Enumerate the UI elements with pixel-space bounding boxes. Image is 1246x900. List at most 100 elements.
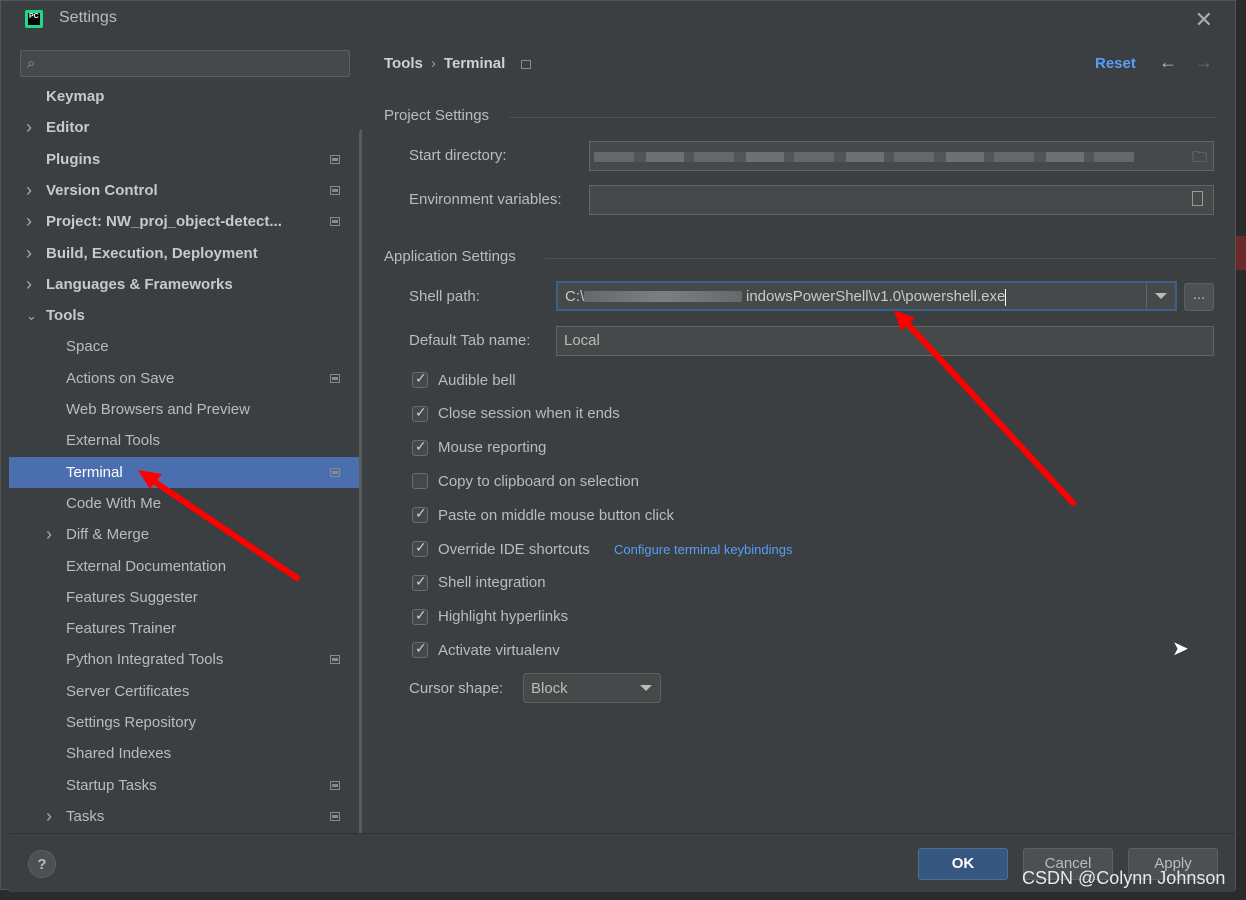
checkbox-override-ide-shortcuts[interactable]: Override IDE shortcuts (412, 538, 590, 560)
sidebar-item-features-trainer[interactable]: Features Trainer (9, 613, 362, 644)
shell-path-prefix: C:\ (565, 288, 585, 305)
section-divider (545, 258, 1217, 259)
chevron-right-icon[interactable]: › (26, 211, 32, 232)
window-title: Settings (59, 9, 117, 26)
forward-arrow-icon: → (1195, 52, 1213, 72)
sidebar-item-web-browsers-and-preview[interactable]: Web Browsers and Preview (9, 394, 362, 425)
checkbox-checked-icon[interactable] (412, 438, 428, 456)
pycharm-logo-icon: PC (25, 10, 43, 28)
checkbox-audible-bell[interactable]: Audible bell (412, 369, 516, 391)
checkbox-checked-icon[interactable] (412, 640, 428, 659)
project-scope-icon (521, 60, 532, 69)
close-icon[interactable]: ✕ (1195, 7, 1213, 33)
project-scope-icon (330, 780, 340, 790)
chevron-right-icon[interactable]: › (46, 806, 52, 827)
help-button[interactable]: ? (28, 850, 56, 878)
sidebar-item-tasks[interactable]: › Tasks (9, 801, 362, 832)
sidebar-item-label: Build, Execution, Deployment (46, 244, 258, 262)
dropdown-separator (1146, 283, 1147, 309)
checkbox-checked-icon[interactable] (412, 370, 428, 388)
checkbox-close-session-when-it-ends[interactable]: Close session when it ends (412, 403, 620, 425)
checkbox-checked-icon[interactable] (412, 573, 428, 591)
sidebar-item-languages-frameworks[interactable]: › Languages & Frameworks (9, 269, 362, 300)
sidebar-item-keymap[interactable]: Keymap (9, 81, 362, 112)
checkbox-checked-icon[interactable] (412, 505, 428, 524)
blurred-path (594, 152, 1134, 162)
sidebar-item-startup-tasks[interactable]: Startup Tasks (9, 770, 362, 801)
sidebar-item-code-with-me[interactable]: Code With Me (9, 488, 362, 519)
sidebar-item-label: Editor (46, 119, 90, 137)
environment-variables-field[interactable] (589, 185, 1214, 215)
ok-button[interactable]: OK (918, 848, 1008, 880)
settings-sidebar: ⌕ Keymap › Editor Plugins › Version Control › P… (9, 37, 367, 839)
sidebar-item-label: Actions on Save (66, 369, 175, 387)
shell-path-label: Shell path: (409, 288, 480, 305)
configure-keybindings-link[interactable]: Configure terminal keybindings (614, 542, 792, 557)
checkbox-activate-virtualenv[interactable]: Activate virtualenv (412, 639, 560, 661)
start-directory-label: Start directory: (409, 147, 507, 164)
sidebar-item-project-nw-proj-object-detect[interactable]: › Project: NW_proj_object-detect... (9, 206, 362, 237)
breadcrumb-tools[interactable]: Tools (384, 55, 423, 72)
checkbox-copy-to-clipboard-on-selection[interactable]: Copy to clipboard on selection (412, 470, 639, 492)
sidebar-item-label: Diff & Merge (66, 526, 150, 544)
browse-button[interactable]: ... (1184, 283, 1214, 311)
checkbox-label: Paste on middle mouse button click (438, 506, 674, 524)
chevron-right-icon[interactable]: › (26, 180, 32, 201)
reset-link[interactable]: Reset (1095, 55, 1136, 72)
sidebar-item-settings-repository[interactable]: Settings Repository (9, 707, 362, 738)
sidebar-item-python-integrated-tools[interactable]: Python Integrated Tools (9, 644, 362, 675)
folder-icon[interactable]: 🗀 (1192, 147, 1207, 172)
cursor-shape-select[interactable]: Block (523, 673, 661, 703)
checkbox-paste-on-middle-mouse-button-click[interactable]: Paste on middle mouse button click (412, 504, 674, 526)
checkbox-checked-icon[interactable] (412, 404, 428, 422)
sidebar-item-server-certificates[interactable]: Server Certificates (9, 676, 362, 707)
chevron-right-icon[interactable]: › (46, 524, 52, 545)
chevron-right-icon[interactable]: › (26, 274, 32, 295)
checkbox-label: Audible bell (438, 371, 516, 389)
checkbox-checked-icon[interactable] (412, 539, 428, 557)
sidebar-item-actions-on-save[interactable]: Actions on Save (9, 363, 362, 394)
project-scope-icon (330, 655, 340, 665)
sidebar-item-external-documentation[interactable]: External Documentation (9, 551, 362, 582)
sidebar-item-external-tools[interactable]: External Tools (9, 425, 362, 456)
chevron-down-icon[interactable]: ⌄ (26, 308, 37, 324)
sidebar-item-terminal[interactable]: Terminal (9, 456, 362, 488)
sidebar-item-plugins[interactable]: Plugins (9, 144, 362, 175)
sidebar-item-label: External Documentation (66, 557, 227, 575)
terminal-settings-panel: Tools › Terminal Reset ← → Project Setting… (362, 37, 1235, 833)
document-icon[interactable] (1192, 191, 1203, 206)
project-settings-title: Project Settings (384, 107, 490, 124)
application-settings-title: Application Settings (384, 248, 516, 265)
sidebar-item-label: Server Certificates (66, 682, 190, 700)
chevron-down-icon[interactable] (1155, 293, 1167, 299)
sidebar-item-shared-indexes[interactable]: Shared Indexes (9, 738, 362, 769)
search-input[interactable]: ⌕ (20, 50, 350, 77)
section-divider (510, 117, 1217, 118)
checkbox-mouse-reporting[interactable]: Mouse reporting (412, 437, 546, 459)
sidebar-item-tools[interactable]: ⌄ Tools (9, 300, 362, 331)
checkbox-shell-integration[interactable]: Shell integration (412, 572, 546, 594)
sidebar-item-version-control[interactable]: › Version Control (9, 175, 362, 206)
cursor-shape-label: Cursor shape: (409, 680, 504, 697)
project-scope-icon (330, 217, 340, 227)
sidebar-item-label: Tools (46, 307, 85, 325)
shell-path-value: indowsPowerShell\v1.0\powershell.exe (746, 288, 1006, 305)
back-arrow-icon[interactable]: ← (1159, 52, 1177, 73)
sidebar-item-editor[interactable]: › Editor (9, 112, 362, 143)
chevron-right-icon[interactable]: › (26, 117, 32, 138)
checkbox-unchecked-icon[interactable] (412, 473, 428, 490)
cursor-shape-value: Block (531, 680, 568, 697)
blurred-path (584, 291, 742, 302)
default-tab-name-label: Default Tab name: (409, 332, 531, 349)
sidebar-item-diff-merge[interactable]: › Diff & Merge (9, 519, 362, 550)
default-tab-name-field[interactable]: Local (556, 326, 1214, 356)
checkbox-checked-icon[interactable] (412, 607, 428, 625)
checkbox-highlight-hyperlinks[interactable]: Highlight hyperlinks (412, 606, 568, 628)
start-directory-field[interactable]: 🗀 (589, 141, 1214, 171)
sidebar-item-space[interactable]: Space (9, 331, 362, 362)
shell-path-combobox[interactable]: C:\ indowsPowerShell\v1.0\powershell.exe (556, 281, 1177, 311)
checkbox-label: Override IDE shortcuts (438, 540, 590, 558)
chevron-right-icon[interactable]: › (26, 243, 32, 264)
sidebar-item-build-execution-deployment[interactable]: › Build, Execution, Deployment (9, 238, 362, 269)
sidebar-item-features-suggester[interactable]: Features Suggester (9, 582, 362, 613)
